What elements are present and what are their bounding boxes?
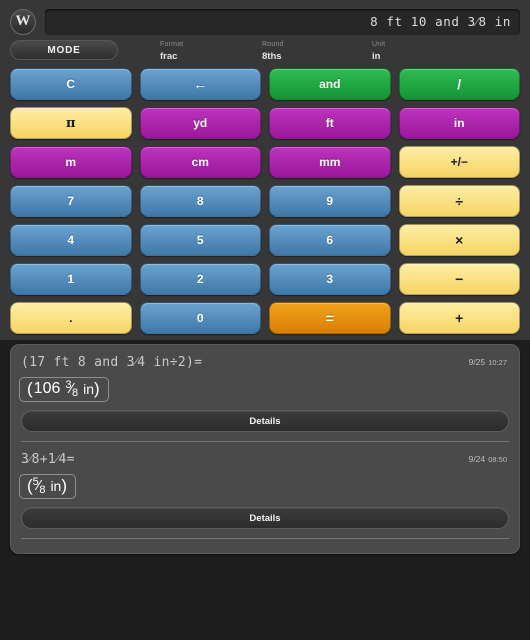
round-label: Round — [262, 41, 284, 48]
key-meter[interactable]: m — [10, 146, 132, 178]
mode-field-format[interactable]: Format frac — [160, 40, 262, 63]
history-timestamp: 9/24 08:50 — [469, 453, 507, 465]
history-expression: 3⁄8+1⁄4= — [21, 452, 75, 467]
fraction-denominator: 8 — [39, 484, 46, 496]
key-decimal-point[interactable]: . — [10, 302, 132, 334]
key-subtract[interactable]: − — [398, 263, 520, 295]
history-result[interactable]: (5 ⁄ 8 in) — [19, 474, 77, 499]
key-digit-6[interactable]: 6 — [269, 224, 391, 256]
history-time: 08:50 — [486, 455, 507, 464]
key-feet[interactable]: ft — [269, 107, 391, 139]
unit-value: in — [372, 51, 381, 62]
key-digit-1[interactable]: 1 — [10, 263, 132, 295]
history-time: 10:27 — [486, 358, 507, 367]
key-equals[interactable]: = — [269, 302, 391, 334]
keypad-row: 1 2 3− — [10, 263, 520, 295]
key-yard[interactable]: yd — [139, 107, 261, 139]
key-digit-7[interactable]: 7 — [10, 185, 132, 217]
details-button[interactable]: Details — [21, 410, 509, 432]
keypad-row: m cm mm +/− — [10, 146, 520, 178]
key-backspace[interactable]: ← — [139, 68, 261, 100]
key-digit-3[interactable]: 3 — [269, 263, 391, 295]
history-panel[interactable]: (17 ft 8 and 3⁄4 in÷2)= 9/25 10:27 (106 3 ⁄ 8… — [10, 344, 520, 554]
fraction-numerator: 3 — [65, 379, 72, 391]
keypad: C ← and / π yd ft in m cm mm +/− 7 8 9 ÷ 4 5 6 × 1 2 3−. 0 = + — [0, 64, 530, 334]
result-whole-number: 106 — [33, 380, 61, 397]
key-multiply[interactable]: × — [398, 224, 520, 256]
result-close-paren: ) — [61, 476, 68, 495]
key-centimeter[interactable]: cm — [139, 146, 261, 178]
fraction-numerator: 5 — [32, 476, 39, 488]
key-digit-2[interactable]: 2 — [139, 263, 261, 295]
mode-field-round[interactable]: Round 8ths — [262, 40, 372, 63]
result-unit: in — [50, 478, 62, 494]
unit-label: Unit — [372, 41, 386, 48]
calculator-app: W 8 ft 10 and 3⁄8 in MODE Format frac Ro… — [0, 0, 530, 640]
format-label: Format — [160, 41, 184, 48]
app-header: W 8 ft 10 and 3⁄8 in — [0, 0, 530, 36]
key-pi[interactable]: π — [10, 107, 132, 139]
history-divider — [21, 538, 509, 539]
keypad-row: . 0 = + — [10, 302, 520, 334]
history-timestamp: 9/25 10:27 — [469, 356, 507, 368]
keypad-row: π yd ft in — [10, 107, 520, 139]
key-and[interactable]: and — [269, 68, 391, 100]
fraction-denominator: 8 — [72, 387, 79, 399]
result-open-paren: ( — [27, 379, 33, 398]
key-add[interactable]: + — [398, 302, 520, 334]
mode-button[interactable]: MODE — [10, 40, 118, 60]
mode-bar: MODE Format frac Round 8ths Unit in — [0, 36, 530, 64]
key-millimeter[interactable]: mm — [269, 146, 391, 178]
mode-field-unit[interactable]: Unit in — [372, 40, 472, 63]
key-sign-toggle[interactable]: +/− — [398, 146, 520, 178]
key-digit-9[interactable]: 9 — [269, 185, 391, 217]
key-digit-5[interactable]: 5 — [139, 224, 261, 256]
key-digit-0[interactable]: 0 — [139, 302, 261, 334]
key-digit-4[interactable]: 4 — [10, 224, 132, 256]
key-inch[interactable]: in — [398, 107, 520, 139]
round-value: 8ths — [262, 51, 282, 62]
key-slash[interactable]: / — [398, 68, 520, 100]
history-expression: (17 ft 8 and 3⁄4 in÷2)= — [21, 355, 203, 370]
result-fraction: 3 ⁄ 8 — [65, 379, 78, 399]
history-date: 9/25 — [468, 357, 486, 367]
key-clear[interactable]: C — [10, 68, 132, 100]
app-logo-icon: W — [10, 8, 36, 35]
history-result[interactable]: (106 3 ⁄ 8 in) — [19, 377, 109, 402]
keypad-row: C ← and / — [10, 68, 520, 100]
key-digit-8[interactable]: 8 — [139, 185, 261, 217]
result-fraction: 5 ⁄ 8 — [33, 476, 46, 496]
keypad-row: 7 8 9 ÷ — [10, 185, 520, 217]
result-unit: in — [83, 381, 95, 397]
history-entry[interactable]: 3⁄8+1⁄4= 9/24 08:50(5 ⁄ 8 in) Details — [19, 442, 511, 539]
result-close-paren: ) — [94, 379, 100, 398]
history-date: 9/24 — [468, 454, 486, 464]
history-entry[interactable]: (17 ft 8 and 3⁄4 in÷2)= 9/25 10:27 (106 3 ⁄ 8… — [19, 345, 511, 442]
details-button[interactable]: Details — [21, 507, 509, 529]
format-value: frac — [160, 51, 178, 62]
calculator-panel: W 8 ft 10 and 3⁄8 in MODE Format frac Ro… — [0, 0, 530, 340]
keypad-row: 4 5 6 × — [10, 224, 520, 256]
calculator-display[interactable]: 8 ft 10 and 3⁄8 in — [45, 8, 520, 35]
key-divide[interactable]: ÷ — [398, 185, 520, 217]
